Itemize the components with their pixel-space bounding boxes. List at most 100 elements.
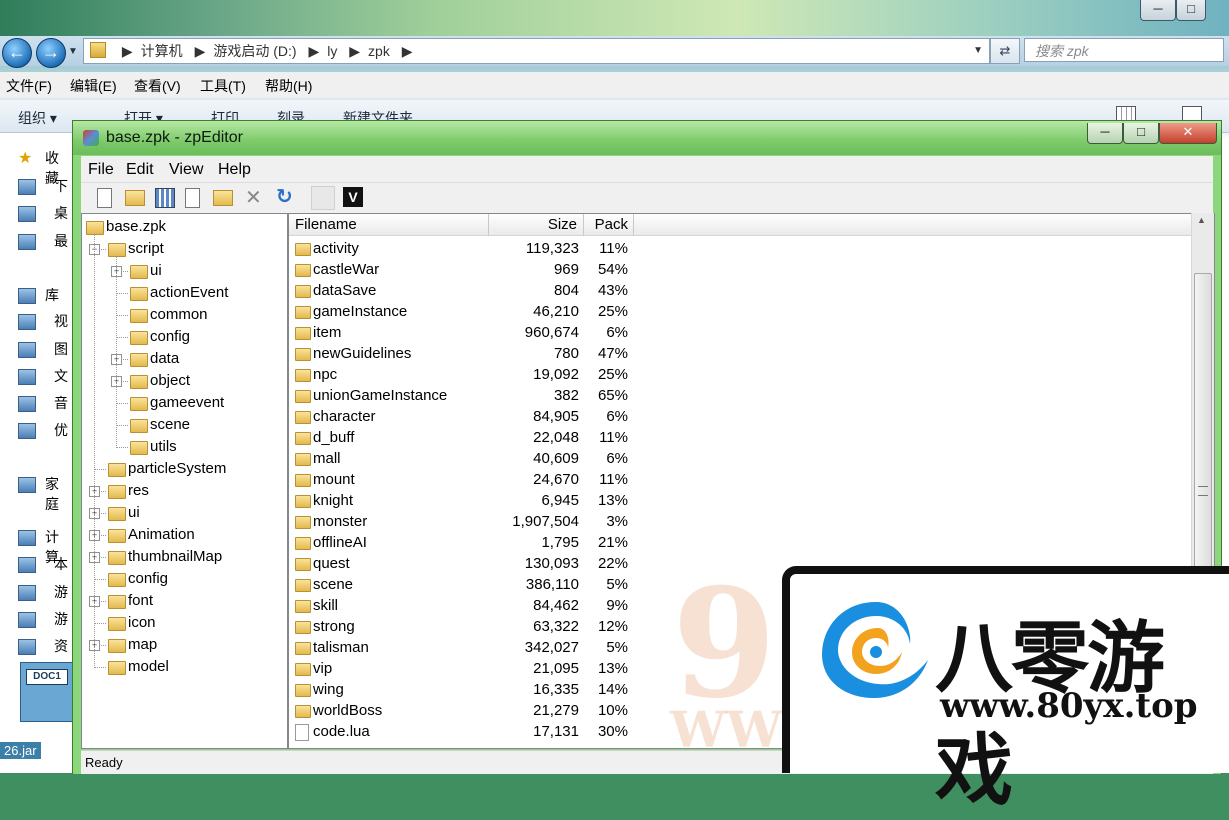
breadcrumb-arrow-icon[interactable]: ▶ [308,43,319,59]
table-row[interactable]: activity 119,323 11% [289,239,1189,260]
menu-view[interactable]: View [169,161,203,179]
breadcrumb-arrow-icon[interactable]: ▶ [349,43,360,59]
menu-tools[interactable]: 工具(T) [200,76,246,96]
maximize-button[interactable]: □ [1123,123,1159,144]
table-row[interactable]: character 84,905 6% [289,407,1189,428]
scroll-up-icon[interactable]: ▲ [1197,215,1206,225]
menu-help[interactable]: 帮助(H) [265,76,312,96]
search-input[interactable]: 搜索 zpk [1024,38,1224,62]
table-row[interactable]: newGuidelines 780 47% [289,344,1189,365]
menu-file[interactable]: 文件(F) [6,76,52,96]
tree-node[interactable]: + font [82,590,282,612]
nav-item-label[interactable]: 桌 [54,203,68,223]
tree-node[interactable]: + Animation [82,524,282,546]
view-badge-icon[interactable]: V [343,187,363,207]
new-file-icon[interactable] [97,188,112,208]
menu-help[interactable]: Help [218,161,251,179]
tree-node[interactable]: utils [82,436,282,458]
tree-node[interactable]: + ui [82,260,282,282]
recent-pages-dropdown-icon[interactable]: ▼ [68,46,78,57]
table-row[interactable]: mall 40,609 6% [289,449,1189,470]
table-row[interactable]: item 960,674 6% [289,323,1189,344]
tree-node[interactable]: particleSystem [82,458,282,480]
nav-item-label[interactable]: 本 [54,554,68,574]
nav-item-label[interactable]: 库 [45,285,59,305]
tree-node[interactable]: base.zpk [82,216,282,238]
forward-arrow-icon[interactable]: → [36,38,66,68]
nav-item-label[interactable]: 下 [54,176,68,196]
delete-icon[interactable]: ✕ [245,185,262,210]
back-arrow-icon[interactable]: ← [2,38,32,68]
table-row[interactable]: offlineAI 1,795 21% [289,533,1189,554]
folder-icon [108,617,126,631]
nav-item-label[interactable]: 游 [54,609,68,629]
tree-node[interactable]: + data [82,348,282,370]
tree-node[interactable]: icon [82,612,282,634]
nav-item-label[interactable]: 图 [54,339,68,359]
organize-button[interactable]: 组织 ▾ [18,108,57,128]
tree-node[interactable]: + res [82,480,282,502]
document-thumbnail[interactable]: DOC1 [20,662,74,722]
tree-node[interactable]: + thumbnailMap [82,546,282,568]
table-row[interactable]: mount 24,670 11% [289,470,1189,491]
breadcrumb-item[interactable]: 计算机 [141,43,183,59]
breadcrumb-arrow-icon[interactable]: ▶ [402,43,413,59]
nav-item-label[interactable]: 家庭 [45,474,59,514]
nav-item-label[interactable]: 资 [54,636,68,656]
nav-item-label[interactable]: 最 [54,231,68,251]
nav-item-label[interactable]: 视 [54,311,68,331]
address-dropdown-icon[interactable]: ▼ [973,39,983,63]
breadcrumb-item[interactable]: zpk [368,43,390,59]
nav-item-label[interactable]: 游 [54,582,68,602]
address-bar[interactable]: ▶ 计算机 ▶ 游戏启动 (D:) ▶ ly ▶ zpk ▶ ▼ [83,38,990,64]
tree-node[interactable]: gameevent [82,392,282,414]
explorer-minimize-button[interactable]: ─ [1140,0,1176,21]
menu-edit[interactable]: 编辑(E) [70,76,117,96]
tree-node[interactable]: − script [82,238,282,260]
table-row[interactable]: unionGameInstance 382 65% [289,386,1189,407]
breadcrumb-arrow-icon[interactable]: ▶ [122,43,133,59]
table-row[interactable]: dataSave 804 43% [289,281,1189,302]
tree-node[interactable]: + object [82,370,282,392]
nav-item-label[interactable]: 文 [54,366,68,386]
nav-item-label[interactable]: 优 [54,420,68,440]
column-header-pack[interactable]: Pack [584,214,634,236]
column-header-size[interactable]: Size [489,214,584,236]
refresh-icon[interactable]: ↻ [276,184,293,209]
cell-pack: 11% [599,471,628,488]
folder-tree[interactable]: base.zpk − script + ui actionEvent common confi… [81,213,288,749]
column-header-filename[interactable]: Filename [289,214,489,236]
explorer-maximize-button[interactable]: □ [1176,0,1206,21]
table-row[interactable]: d_buff 22,048 11% [289,428,1189,449]
table-row[interactable]: knight 6,945 13% [289,491,1189,512]
table-row[interactable]: npc 19,092 25% [289,365,1189,386]
close-button[interactable]: ✕ [1159,123,1217,144]
open-folder-icon[interactable] [125,190,145,206]
tree-node[interactable]: config [82,568,282,590]
breadcrumb-item[interactable]: ly [327,43,337,59]
blank-toolbar-button[interactable] [311,186,335,210]
nav-item-label[interactable]: 音 [54,393,68,413]
menu-edit[interactable]: Edit [126,161,154,179]
table-row[interactable]: castleWar 969 54% [289,260,1189,281]
menu-file[interactable]: File [88,161,114,179]
add-file-icon[interactable] [185,188,200,208]
minimize-button[interactable]: ─ [1087,123,1123,144]
tree-node[interactable]: actionEvent [82,282,282,304]
breadcrumb-arrow-icon[interactable]: ▶ [195,43,206,59]
add-folder-icon[interactable] [213,190,233,206]
refresh-icon[interactable]: ⇄ [990,38,1020,64]
tree-node[interactable]: + ui [82,502,282,524]
extract-icon[interactable] [155,188,175,208]
table-row[interactable]: gameInstance 46,210 25% [289,302,1189,323]
tree-node[interactable]: common [82,304,282,326]
zpeditor-titlebar[interactable]: base.zpk - zpEditor ─ □ ✕ [73,121,1221,155]
table-row[interactable]: monster 1,907,504 3% [289,512,1189,533]
tree-node[interactable]: scene [82,414,282,436]
tree-node[interactable]: config [82,326,282,348]
breadcrumb-item[interactable]: 游戏启动 (D:) [213,43,296,59]
tree-node[interactable]: + map [82,634,282,656]
jar-file-label[interactable]: 26.jar [0,742,41,759]
tree-node[interactable]: model [82,656,282,678]
menu-view[interactable]: 查看(V) [134,76,181,96]
